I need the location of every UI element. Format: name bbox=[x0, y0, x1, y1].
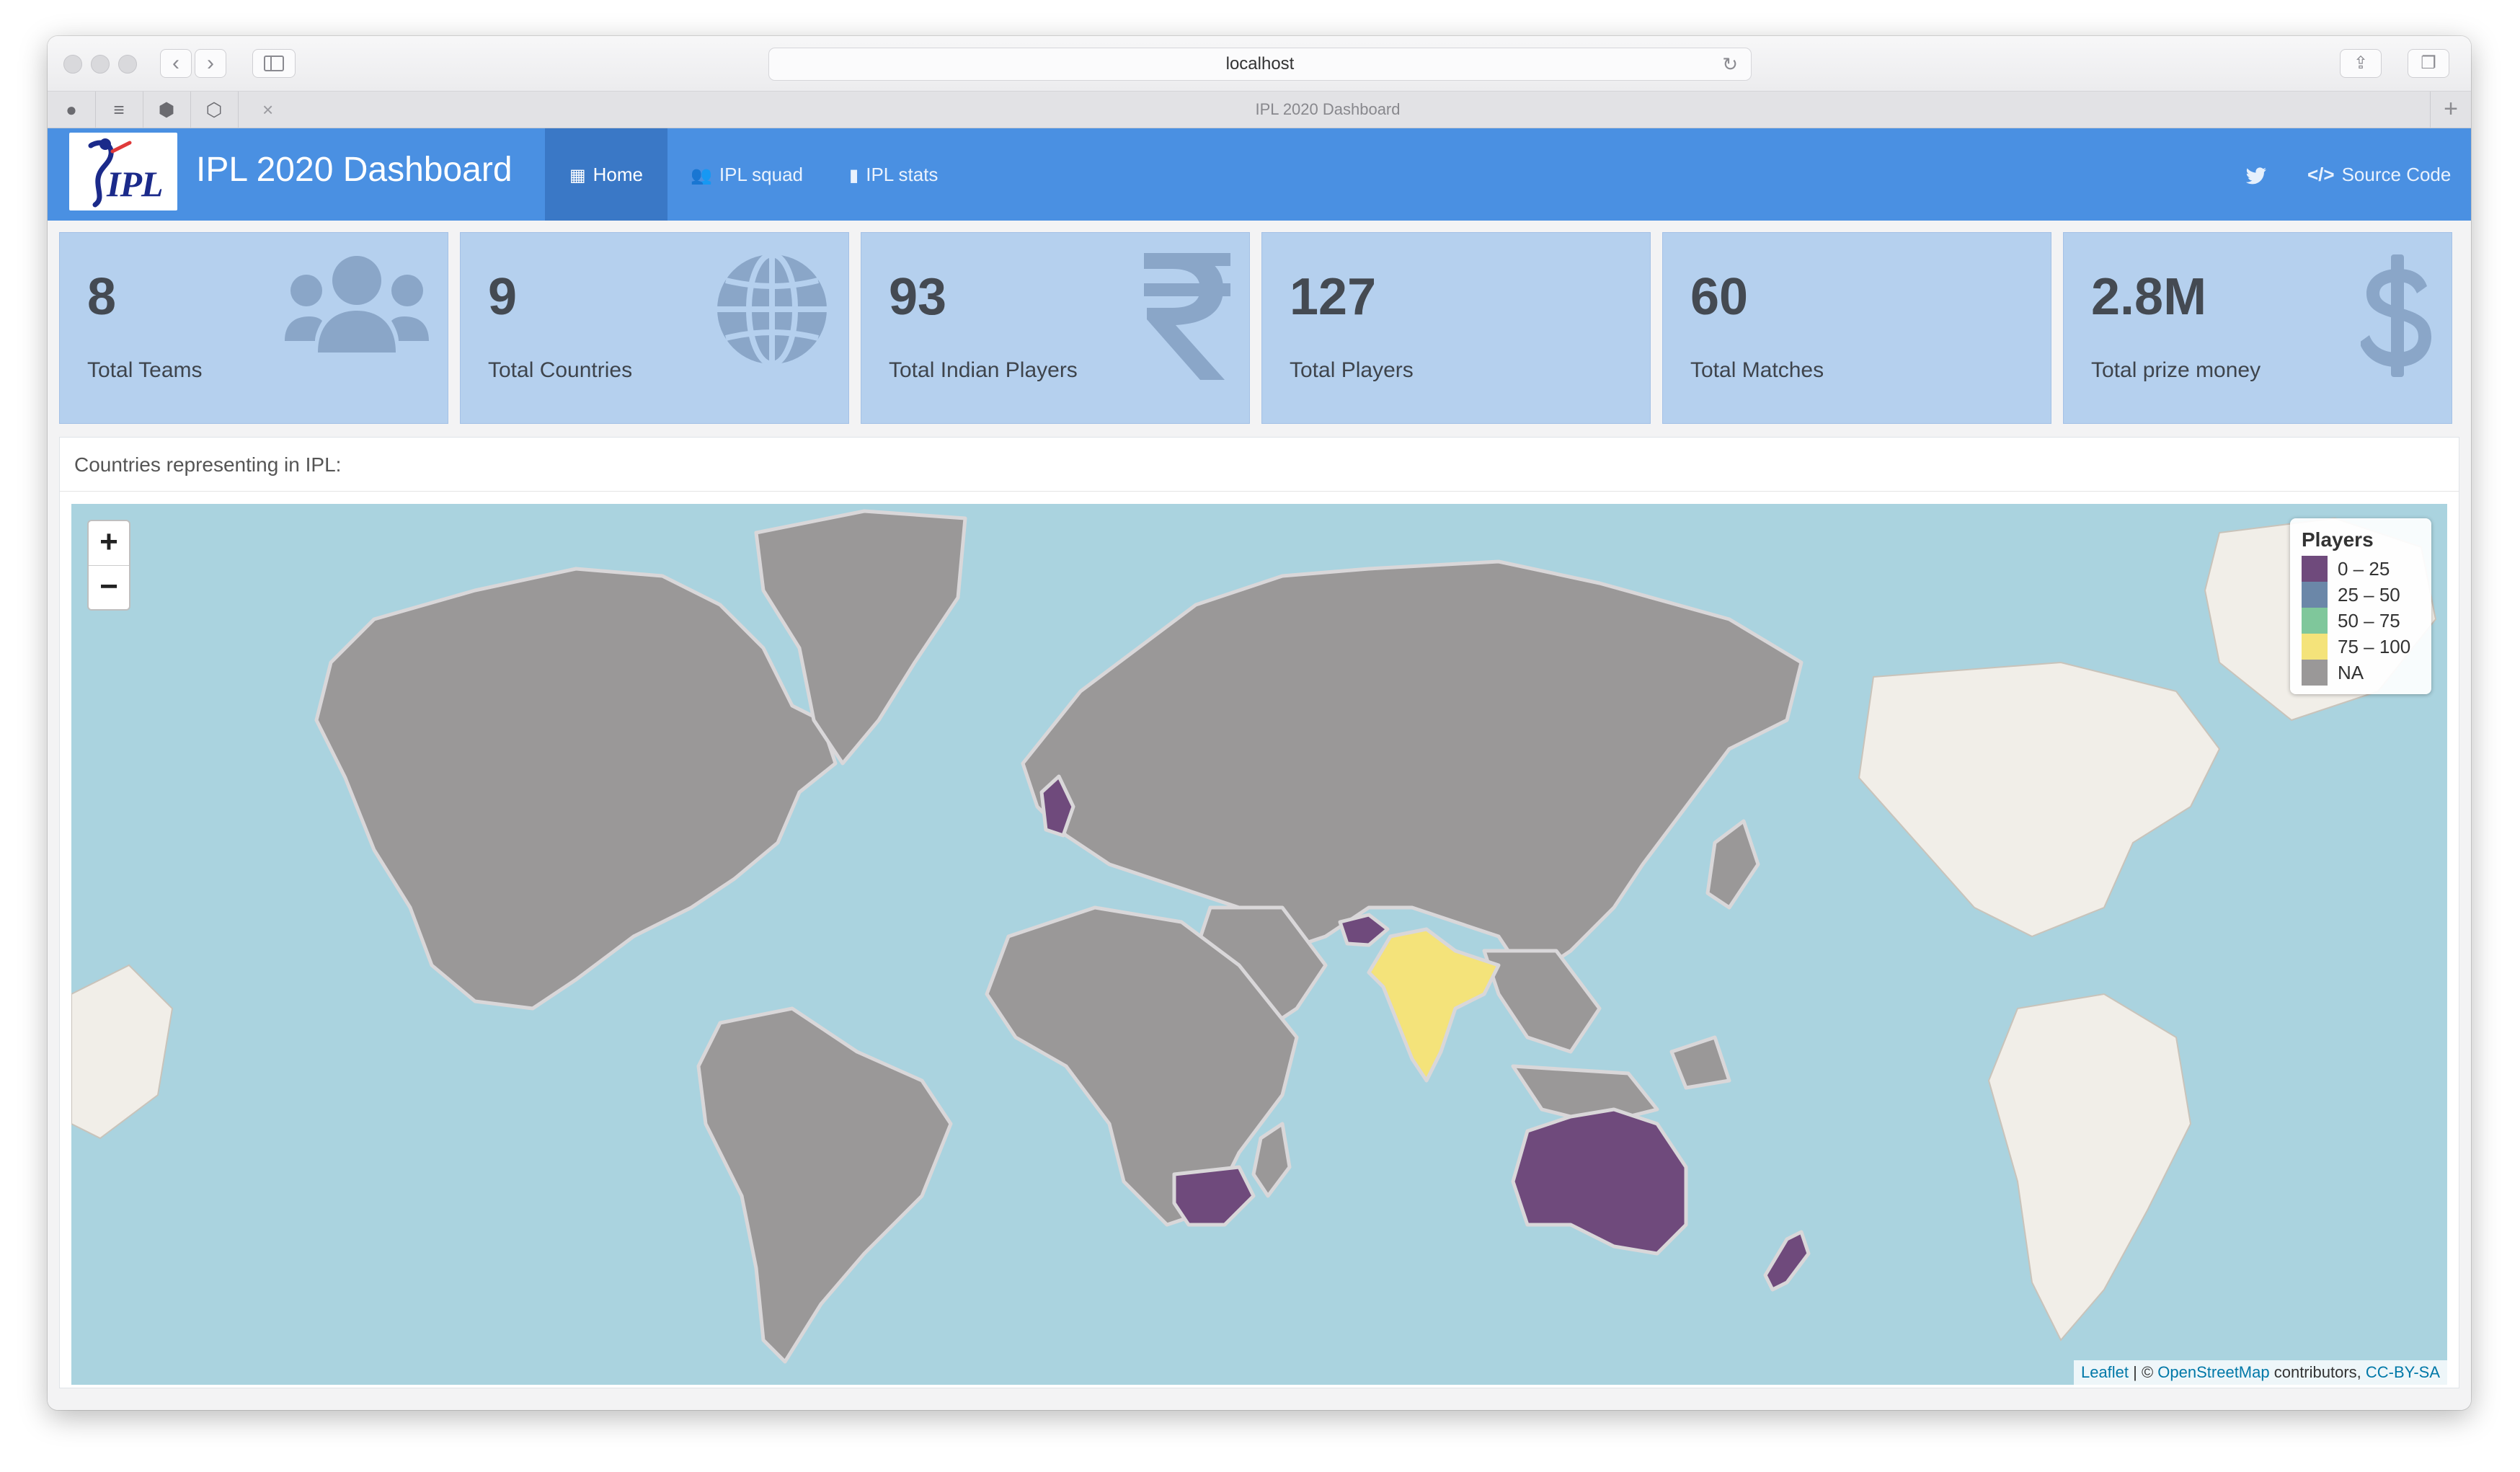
dashboard-content: 8 Total Teams 9 Total Countries 93 Total… bbox=[48, 221, 2471, 1410]
active-tab[interactable]: IPL 2020 Dashboard bbox=[228, 92, 2428, 128]
nav-ipl-stats-label: IPL stats bbox=[866, 164, 939, 185]
nav-home-label: Home bbox=[593, 164, 644, 185]
attribution-sep: | © bbox=[2129, 1363, 2158, 1381]
legend-row: 50 – 75 bbox=[2302, 608, 2420, 634]
stat-value: 93 bbox=[889, 268, 947, 326]
legend-row: 25 – 50 bbox=[2302, 582, 2420, 608]
stat-value: 127 bbox=[1290, 268, 1377, 326]
stat-value: 8 bbox=[87, 268, 117, 326]
app-navbar: IPL IPL 2020 Dashboard ▦ Home 👥 IPL squad … bbox=[48, 128, 2471, 221]
logo-text: IPL bbox=[107, 164, 164, 204]
address-bar[interactable]: localhost ↻ bbox=[768, 48, 1752, 81]
legend-row: 75 – 100 bbox=[2302, 634, 2420, 660]
map-title: Countries representing in IPL: bbox=[74, 453, 342, 476]
nav-ipl-squad-label: IPL squad bbox=[719, 164, 804, 185]
map-attribution: Leaflet | © OpenStreetMap contributors, … bbox=[2073, 1360, 2447, 1385]
stat-label: Total Indian Players bbox=[889, 358, 1078, 382]
github-icon[interactable]: ● bbox=[48, 92, 96, 128]
choropleth-svg bbox=[71, 504, 2447, 1385]
url-text: localhost bbox=[1225, 54, 1295, 74]
pinned-tab-icon[interactable]: ≡ bbox=[95, 92, 143, 128]
zoom-out-button[interactable]: − bbox=[89, 566, 129, 610]
legend-label: NA bbox=[2338, 662, 2364, 683]
legend-label: 75 – 100 bbox=[2338, 636, 2411, 657]
share-button[interactable]: ⇪ bbox=[2340, 49, 2382, 78]
legend-label: 50 – 75 bbox=[2338, 610, 2400, 631]
openstreetmap-link[interactable]: OpenStreetMap bbox=[2157, 1363, 2269, 1381]
dollar-icon bbox=[2361, 254, 2431, 377]
stat-card-total-prize-money: 2.8M Total prize money bbox=[2063, 232, 2452, 424]
divider bbox=[60, 491, 2459, 492]
map-legend: Players 0 – 25 25 – 50 50 – 75 75 – 100 … bbox=[2290, 518, 2431, 694]
bar-chart-icon: ▮ bbox=[849, 166, 859, 185]
source-code-link[interactable]: </> Source Code bbox=[2307, 128, 2451, 221]
legend-swatch bbox=[2302, 556, 2328, 582]
close-window-button[interactable] bbox=[63, 55, 82, 74]
zoom-window-button[interactable] bbox=[118, 55, 137, 74]
stat-card-total-teams: 8 Total Teams bbox=[59, 232, 448, 424]
legend-swatch bbox=[2302, 660, 2328, 686]
tabs-overview-button[interactable]: ❐ bbox=[2408, 49, 2449, 78]
stat-card-total-players: 127 Total Players bbox=[1261, 232, 1651, 424]
rupee-icon bbox=[1144, 253, 1230, 380]
attribution-text: contributors, bbox=[2269, 1363, 2366, 1381]
legend-title: Players bbox=[2302, 528, 2374, 551]
ipl-logo[interactable]: IPL bbox=[69, 133, 177, 210]
legend-label: 0 – 25 bbox=[2338, 558, 2390, 580]
stat-label: Total Teams bbox=[87, 358, 203, 382]
legend-swatch bbox=[2302, 582, 2328, 608]
stat-value: 2.8M bbox=[2091, 268, 2207, 326]
leaflet-link[interactable]: Leaflet bbox=[2081, 1363, 2129, 1381]
users-icon bbox=[285, 256, 429, 353]
reload-icon[interactable]: ↻ bbox=[1722, 48, 1738, 80]
globe-icon bbox=[717, 252, 827, 367]
stat-card-total-indian-players: 93 Total Indian Players bbox=[861, 232, 1250, 424]
twitter-icon[interactable] bbox=[2245, 128, 2266, 221]
stat-label: Total prize money bbox=[2091, 358, 2261, 382]
nav-ipl-squad[interactable]: 👥 IPL squad bbox=[691, 128, 803, 221]
code-icon: </> bbox=[2307, 164, 2335, 185]
license-link[interactable]: CC-BY-SA bbox=[2366, 1363, 2440, 1381]
stat-card-total-matches: 60 Total Matches bbox=[1662, 232, 2051, 424]
sidebar-toggle-button[interactable] bbox=[252, 49, 296, 78]
stat-label: Total Players bbox=[1290, 358, 1414, 382]
stat-label: Total Matches bbox=[1690, 358, 1824, 382]
brand-title[interactable]: IPL 2020 Dashboard bbox=[196, 150, 513, 190]
world-map[interactable]: + − Players 0 – 25 25 – 50 50 – 75 75 – … bbox=[71, 504, 2447, 1385]
table-icon: ▦ bbox=[569, 166, 586, 185]
nav-ipl-stats[interactable]: ▮ IPL stats bbox=[849, 128, 938, 221]
sidebar-icon bbox=[264, 56, 284, 71]
users-icon: 👥 bbox=[691, 166, 712, 185]
legend-row: 0 – 25 bbox=[2302, 556, 2420, 582]
new-tab-button[interactable]: + bbox=[2430, 92, 2471, 128]
package-icon[interactable]: ⬢ bbox=[143, 92, 191, 128]
back-button[interactable]: ‹ bbox=[160, 49, 192, 78]
source-code-label: Source Code bbox=[2341, 164, 2452, 185]
forward-button[interactable]: › bbox=[195, 49, 226, 78]
nav-home[interactable]: ▦ Home bbox=[545, 128, 667, 221]
legend-label: 25 – 50 bbox=[2338, 584, 2400, 606]
minimize-window-button[interactable] bbox=[91, 55, 110, 74]
tab-bar: ● ≡ ⬢ ⬡ × IPL 2020 Dashboard + bbox=[48, 92, 2471, 128]
stat-label: Total Countries bbox=[488, 358, 633, 382]
browser-titlebar: ‹ › localhost ↻ ⇪ ❐ bbox=[48, 36, 2471, 92]
legend-swatch bbox=[2302, 634, 2328, 660]
zoom-control: + − bbox=[87, 520, 130, 611]
stat-card-total-countries: 9 Total Countries bbox=[460, 232, 849, 424]
stat-value: 60 bbox=[1690, 268, 1749, 326]
browser-window: ‹ › localhost ↻ ⇪ ❐ ● ≡ ⬢ ⬡ × IPL 2020 D… bbox=[48, 36, 2471, 1410]
legend-swatch bbox=[2302, 608, 2328, 634]
map-panel: Countries representing in IPL: + − Playe… bbox=[59, 437, 2459, 1388]
legend-row: NA bbox=[2302, 660, 2420, 686]
zoom-in-button[interactable]: + bbox=[89, 521, 129, 566]
stat-value: 9 bbox=[488, 268, 518, 326]
